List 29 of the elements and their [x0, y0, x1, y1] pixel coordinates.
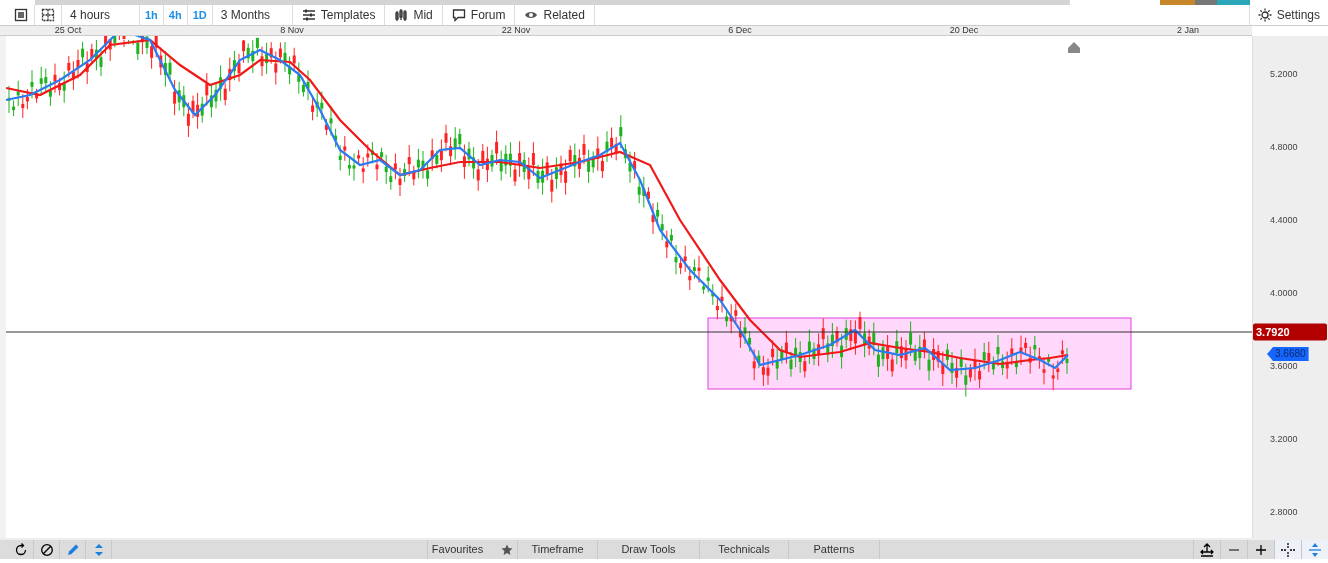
price-label: 3.6000 [1270, 360, 1298, 374]
speech-bubble-icon [451, 8, 466, 22]
no-entry-icon [39, 542, 54, 557]
settings-icon [1257, 8, 1272, 22]
average-price-label: 3.6680 [1267, 347, 1309, 361]
fit-arrows-icon [1200, 542, 1214, 557]
plus-icon [1254, 542, 1268, 557]
last-price-label: 3.7920 [1253, 323, 1327, 341]
pencil-icon [65, 542, 80, 557]
date-label: 2 Jan [1177, 25, 1199, 36]
layout-icon [41, 8, 55, 22]
date-label: 6 Dec [728, 25, 752, 36]
toolbar-button[interactable] [1274, 540, 1301, 559]
price-label: 4.0000 [1270, 287, 1298, 301]
minus-icon [1229, 548, 1239, 551]
date-label: 8 Nov [280, 25, 304, 36]
date-label: 20 Dec [949, 25, 979, 36]
price-label: 5.2000 [1270, 68, 1298, 82]
vertical-expand-icon [1308, 542, 1322, 557]
sliders-icon [301, 8, 316, 22]
date-label: 22 Nov [501, 25, 531, 36]
price-label: 4.8000 [1270, 141, 1298, 155]
marker-icon [1068, 42, 1080, 53]
price-label: 2.8000 [1270, 506, 1298, 520]
price-label: 3.2000 [1270, 433, 1298, 447]
crosshair-icon [1281, 542, 1295, 557]
price-label: 4.4000 [1270, 214, 1298, 228]
refresh-icon [13, 542, 28, 557]
date-label: 25 Oct [54, 25, 82, 36]
